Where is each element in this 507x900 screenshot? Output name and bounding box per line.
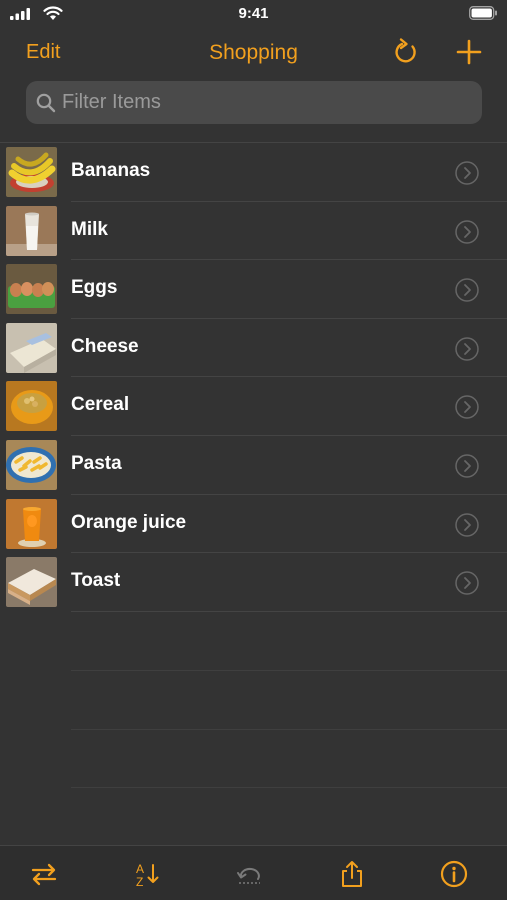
- milk-photo: [6, 205, 57, 256]
- eggs-photo: [6, 264, 57, 315]
- bananas-photo: [6, 147, 57, 197]
- chevron-circle-icon[interactable]: [455, 278, 479, 302]
- list-item-label: Cereal: [71, 394, 130, 416]
- chevron-circle-icon[interactable]: [455, 512, 479, 537]
- sort-az-icon[interactable]: A Z: [133, 860, 161, 888]
- list-item-label: Milk: [71, 218, 108, 240]
- cheese-photo: [6, 322, 57, 373]
- empty-row-divider: [71, 670, 507, 671]
- pasta-photo: [6, 439, 57, 490]
- chevron-circle-icon[interactable]: [455, 219, 479, 244]
- empty-row-divider: [71, 729, 507, 730]
- chevron-circle-icon[interactable]: [455, 161, 479, 185]
- search-bar: [26, 81, 482, 124]
- cereal-photo: [6, 381, 57, 432]
- orange-juice-photo: [6, 498, 57, 549]
- chevron-circle-icon[interactable]: [455, 337, 479, 361]
- add-icon[interactable]: [455, 38, 483, 66]
- page-title: Shopping: [209, 41, 298, 64]
- empty-row-divider: [71, 787, 507, 788]
- chevron-circle-icon[interactable]: [455, 395, 479, 420]
- battery-icon: [469, 6, 497, 20]
- list-item[interactable]: Toast: [0, 553, 507, 612]
- undo-icon[interactable]: [235, 860, 263, 888]
- list-item-label: Bananas: [71, 160, 151, 181]
- row-divider: [71, 610, 507, 612]
- status-time: 9:41: [238, 5, 269, 22]
- share-icon[interactable]: [338, 860, 366, 888]
- chevron-circle-icon[interactable]: [455, 571, 479, 595]
- list-item-label: Toast: [71, 570, 121, 592]
- search-input[interactable]: [62, 81, 462, 124]
- svg-text:Z: Z: [136, 875, 143, 888]
- navigation-bar: Edit Shopping: [0, 30, 507, 76]
- list-item[interactable]: Orange juice: [0, 495, 507, 554]
- list-item[interactable]: Cheese: [0, 319, 507, 378]
- bottom-toolbar: A Z: [0, 845, 507, 900]
- list-item[interactable]: Milk: [0, 202, 507, 261]
- search-icon: [36, 93, 56, 113]
- list-item-label: Orange juice: [71, 511, 187, 533]
- chevron-circle-icon[interactable]: [455, 454, 479, 478]
- list-item-label: Pasta: [71, 452, 122, 474]
- shopping-list: Bananas Milk Eggs Cheese Cereal Pasta Or…: [0, 143, 507, 612]
- list-item[interactable]: Eggs: [0, 260, 507, 319]
- info-icon[interactable]: [440, 860, 468, 888]
- list-item[interactable]: Pasta: [0, 436, 507, 495]
- list-item[interactable]: Cereal: [0, 377, 507, 436]
- status-bar: 9:41: [0, 0, 507, 30]
- svg-text:A: A: [136, 862, 144, 876]
- list-item[interactable]: Bananas: [0, 143, 507, 202]
- list-item-label: Cheese: [71, 335, 139, 357]
- swap-arrows-icon[interactable]: [30, 860, 58, 888]
- toast-photo: [6, 557, 57, 608]
- refresh-icon[interactable]: [391, 37, 421, 67]
- list-item-label: Eggs: [71, 277, 118, 299]
